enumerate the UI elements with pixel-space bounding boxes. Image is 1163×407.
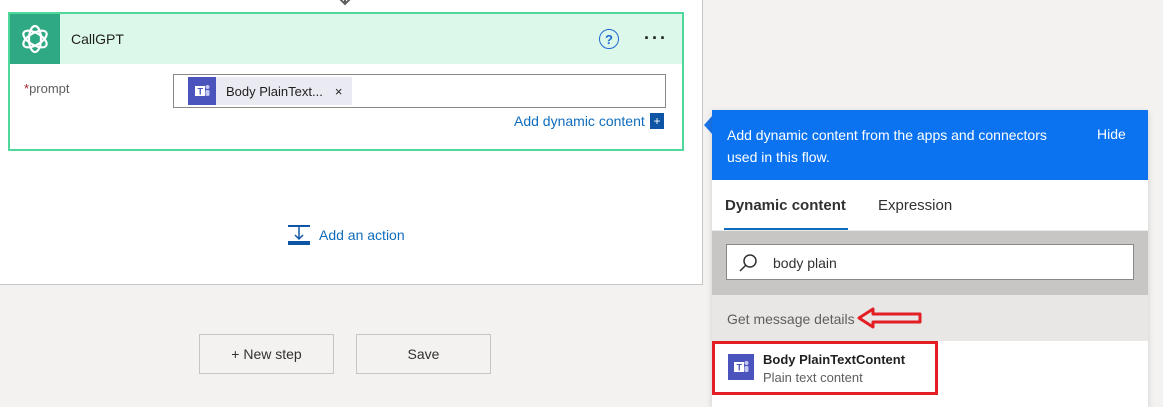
- teams-icon: T: [728, 354, 754, 380]
- svg-text:T: T: [198, 87, 204, 97]
- save-button[interactable]: Save: [356, 334, 491, 374]
- panel-header-text: Add dynamic content from the apps and co…: [727, 127, 1047, 165]
- help-icon[interactable]: ?: [599, 29, 619, 49]
- tab-expression[interactable]: Expression: [878, 197, 952, 214]
- token-remove-icon[interactable]: ×: [335, 84, 343, 99]
- prompt-label-text: prompt: [29, 81, 70, 96]
- annotation-arrow-icon: [857, 307, 922, 329]
- search-area: body plain: [712, 231, 1148, 295]
- search-input[interactable]: body plain: [726, 244, 1134, 280]
- search-icon: [739, 254, 757, 272]
- list-item-subtitle: Plain text content: [763, 370, 863, 385]
- active-tab-indicator: [724, 228, 848, 230]
- tab-dynamic-content[interactable]: Dynamic content: [725, 197, 846, 214]
- group-header[interactable]: Get message details: [712, 295, 1148, 341]
- add-action-label: Add an action: [319, 227, 405, 243]
- group-title: Get message details: [727, 311, 855, 327]
- list-item[interactable]: T Body PlainTextContent Plain text conte…: [712, 341, 1148, 396]
- openai-icon: [10, 14, 60, 64]
- flow-canvas: CallGPT ? ··· *prompt T Body PlainText..…: [0, 0, 703, 285]
- card-title: CallGPT: [71, 31, 124, 47]
- prompt-input[interactable]: T Body PlainText... ×: [173, 74, 666, 108]
- panel-header: Add dynamic content from the apps and co…: [712, 110, 1148, 180]
- new-step-button[interactable]: + New step: [199, 334, 334, 374]
- list-item-title: Body PlainTextContent: [763, 352, 906, 367]
- card-header[interactable]: CallGPT ? ···: [10, 14, 682, 64]
- token-label: Body PlainText...: [226, 83, 323, 99]
- connector-arrow-icon: [339, 0, 351, 6]
- more-options-icon[interactable]: ···: [644, 28, 668, 49]
- teams-icon: T: [188, 77, 216, 105]
- panel-tabs: Dynamic content Expression: [712, 180, 1148, 231]
- add-dynamic-content-plus-icon[interactable]: +: [648, 113, 664, 129]
- prompt-label: *prompt: [24, 81, 70, 96]
- add-action-icon: [288, 225, 310, 245]
- dynamic-content-token[interactable]: T Body PlainText... ×: [188, 77, 352, 105]
- hide-button[interactable]: Hide: [1097, 126, 1126, 142]
- dynamic-content-panel: Add dynamic content from the apps and co…: [712, 110, 1148, 407]
- search-input-value: body plain: [773, 255, 837, 271]
- add-action-button[interactable]: Add an action: [287, 224, 405, 246]
- callgpt-action-card[interactable]: CallGPT ? ··· *prompt T Body PlainText..…: [8, 12, 684, 151]
- add-dynamic-content-link[interactable]: Add dynamic content: [514, 113, 645, 129]
- svg-text:T: T: [737, 363, 743, 373]
